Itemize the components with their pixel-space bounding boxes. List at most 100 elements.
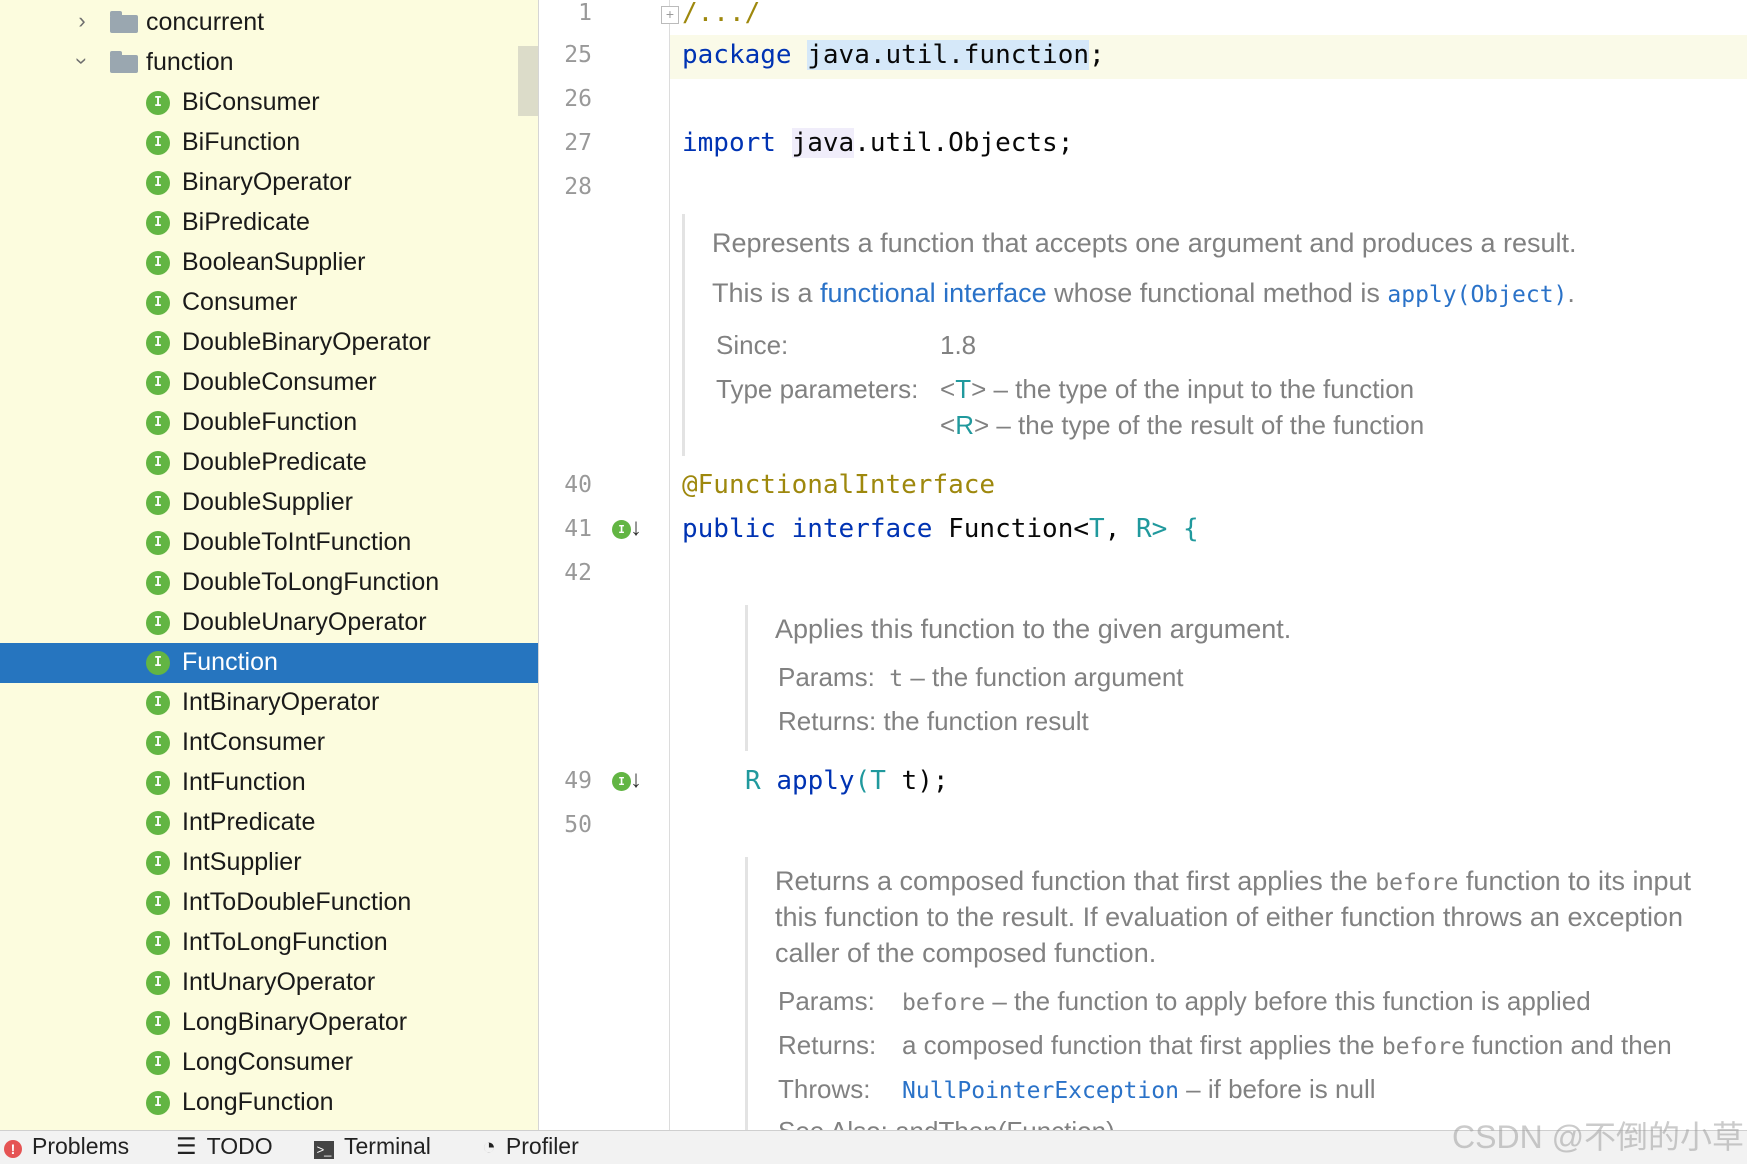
- tree-item[interactable]: I IntFunction: [0, 763, 538, 803]
- tree-item[interactable]: I DoubleBinaryOperator: [0, 323, 538, 363]
- profiler-tab[interactable]: ◔ Profiler: [482, 1133, 579, 1160]
- punctuation: );: [917, 766, 949, 796]
- doc-summary: Represents a function that accepts one a…: [712, 228, 1577, 258]
- tree-item[interactable]: I Consumer: [0, 283, 538, 323]
- doc-text: function to its input: [1458, 866, 1692, 896]
- tree-item[interactable]: I Function: [0, 643, 538, 683]
- interface-badge-icon: I: [612, 772, 631, 791]
- chevron-down-icon[interactable]: ›: [70, 49, 95, 73]
- tree-item-label: DoubleConsumer: [182, 368, 377, 396]
- doc-code-link[interactable]: NullPointerException: [902, 1078, 1179, 1104]
- tree-item-label: DoublePredicate: [182, 448, 367, 476]
- doc-see-also: See Also: andThen(Function): [778, 1116, 1115, 1130]
- chevron-right-icon[interactable]: ›: [70, 9, 94, 33]
- punctuation: <: [1073, 514, 1090, 544]
- line-number: 26: [564, 86, 592, 112]
- problems-tab[interactable]: ! Problems: [4, 1133, 129, 1160]
- tree-item[interactable]: I BinaryOperator: [0, 163, 538, 203]
- type-param-t: <T> – the type of the input to the funct…: [940, 374, 1414, 405]
- interface-icon: I: [146, 451, 170, 475]
- doc-link[interactable]: functional interface: [820, 278, 1047, 308]
- tree-item[interactable]: I IntToDoubleFunction: [0, 883, 538, 923]
- doc-text: a composed function that first applies t…: [902, 1030, 1382, 1060]
- tree-item[interactable]: I IntToLongFunction: [0, 923, 538, 963]
- type-params-label: Type parameters:: [716, 374, 919, 404]
- folded-header[interactable]: /.../: [682, 0, 760, 28]
- implemented-marker-icon[interactable]: I ↓: [612, 766, 642, 796]
- tree-item[interactable]: I IntConsumer: [0, 723, 538, 763]
- tree-item-label: BinaryOperator: [182, 168, 352, 196]
- tree-item-label: BiPredicate: [182, 208, 310, 236]
- doc-text: This is a: [712, 278, 821, 308]
- interface-icon: I: [146, 291, 170, 315]
- tree-scrollbar[interactable]: [518, 46, 538, 116]
- implemented-marker-icon[interactable]: I ↓: [612, 514, 642, 544]
- doc-params: before – the function to apply before th…: [902, 986, 1591, 1017]
- watermark: CSDN @不倒的小草: [1452, 1119, 1745, 1155]
- tree-item[interactable]: I DoublePredicate: [0, 443, 538, 483]
- interface-icon: I: [146, 491, 170, 515]
- terminal-icon: >_: [314, 1141, 334, 1159]
- tree-item-label: DoubleToLongFunction: [182, 568, 440, 596]
- tree-item[interactable]: I BooleanSupplier: [0, 243, 538, 283]
- tree-item-label: BiFunction: [182, 128, 301, 156]
- tree-item[interactable]: I IntSupplier: [0, 843, 538, 883]
- tree-item[interactable]: I LongBinaryOperator: [0, 1003, 538, 1043]
- line-number: 50: [564, 812, 592, 838]
- keyword: interface: [791, 514, 933, 544]
- tree-item[interactable]: I BiPredicate: [0, 203, 538, 243]
- import-rest: .util.Objects;: [854, 128, 1074, 158]
- line-number: 40: [564, 472, 592, 498]
- tree-item[interactable]: I BiFunction: [0, 123, 538, 163]
- interface-badge-icon: I: [612, 520, 631, 539]
- terminal-tab[interactable]: >_ Terminal: [314, 1133, 431, 1160]
- type-param: R: [1135, 514, 1152, 544]
- tree-item[interactable]: I DoubleSupplier: [0, 483, 538, 523]
- punctuation: ;: [1089, 40, 1105, 70]
- tree-item-label: LongFunction: [182, 1088, 334, 1116]
- interface-icon: I: [146, 611, 170, 635]
- line-number: 42: [564, 560, 592, 586]
- line-number: 27: [564, 130, 592, 156]
- tool-label: Problems: [32, 1133, 130, 1159]
- tree-item[interactable]: I LongFunction: [0, 1083, 538, 1123]
- problems-icon: !: [4, 1140, 22, 1158]
- tree-item-label: IntToDoubleFunction: [182, 888, 412, 916]
- tree-item[interactable]: I DoubleConsumer: [0, 363, 538, 403]
- doc-text: <: [940, 374, 956, 404]
- code-editor[interactable]: /.../ package java.util.function; import…: [670, 0, 1747, 1130]
- tool-label: Profiler: [505, 1133, 579, 1159]
- doc-params-label: Params:: [778, 986, 875, 1016]
- interface-icon: I: [146, 171, 170, 195]
- doc-text: – the function to apply before this func…: [985, 986, 1591, 1016]
- tree-item[interactable]: I BiConsumer: [0, 83, 538, 123]
- method-line: R apply(T t);: [745, 766, 949, 796]
- doc-code: before: [1381, 1034, 1465, 1060]
- tree-item-label: DoubleUnaryOperator: [182, 608, 427, 636]
- interface-icon: I: [146, 851, 170, 875]
- doc-code-link[interactable]: apply(Object): [1387, 282, 1567, 308]
- tree-folder-function[interactable]: › function: [0, 43, 538, 83]
- package-name: java.util.function: [807, 40, 1089, 70]
- tree-item-label: DoubleBinaryOperator: [182, 328, 431, 356]
- doc-code: before: [1375, 870, 1459, 896]
- fold-placeholder[interactable]: /.../: [682, 0, 760, 28]
- tree-item[interactable]: I DoubleFunction: [0, 403, 538, 443]
- tree-item-label: BiConsumer: [182, 88, 320, 116]
- interface-icon: I: [146, 211, 170, 235]
- tree-item[interactable]: I IntBinaryOperator: [0, 683, 538, 723]
- tree-folder-concurrent[interactable]: › concurrent: [0, 3, 538, 43]
- line-number: 49: [564, 768, 592, 794]
- tree-item[interactable]: I IntUnaryOperator: [0, 963, 538, 1003]
- folder-icon: [110, 11, 138, 33]
- todo-tab[interactable]: ☰ TODO: [176, 1133, 273, 1160]
- doc-line: This is a functional interface whose fun…: [712, 278, 1575, 309]
- tree-item[interactable]: I DoubleToIntFunction: [0, 523, 538, 563]
- interface-icon: I: [146, 251, 170, 275]
- tree-item[interactable]: I DoubleUnaryOperator: [0, 603, 538, 643]
- tree-item[interactable]: I LongConsumer: [0, 1043, 538, 1083]
- tree-item[interactable]: I IntPredicate: [0, 803, 538, 843]
- doc-text: .: [1567, 278, 1575, 308]
- tree-item[interactable]: I DoubleToLongFunction: [0, 563, 538, 603]
- interface-icon: I: [146, 691, 170, 715]
